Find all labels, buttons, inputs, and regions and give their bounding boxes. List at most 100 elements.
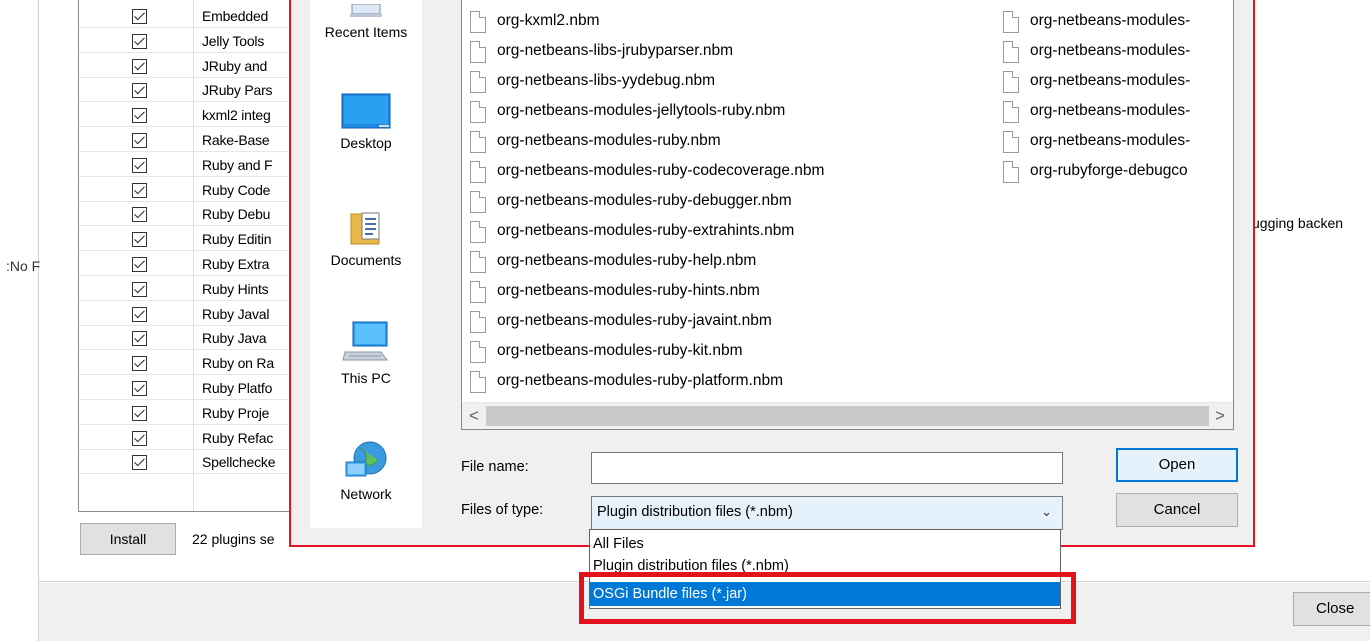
plugin-row[interactable]: JRuby and (79, 55, 309, 78)
file-icon (470, 101, 486, 123)
plugin-row[interactable]: Jelly Tools (79, 30, 309, 53)
plugin-name: Embedded (202, 8, 269, 24)
file-icon (1003, 41, 1019, 63)
scroll-right-icon[interactable]: > (1210, 406, 1230, 426)
file-icon (1003, 131, 1019, 153)
plugin-row[interactable]: Ruby on Ra (79, 352, 309, 376)
place-label-network: Network (340, 486, 392, 502)
plugin-name: Ruby Java (202, 330, 267, 347)
plugin-name: JRuby Pars (202, 82, 273, 99)
file-icon (1003, 161, 1019, 183)
place-recent-items[interactable]: Recent Items (310, 4, 422, 40)
plugin-row[interactable]: Ruby and F (79, 154, 309, 177)
dropdown-option-plugin-distribution[interactable]: Plugin distribution files (*.nbm) (590, 554, 1060, 572)
chevron-down-icon: ⌄ (1041, 504, 1052, 519)
plugin-name: Ruby Javal (202, 305, 270, 322)
plugin-checkbox[interactable] (132, 232, 147, 248)
file-icon (470, 221, 486, 243)
plugin-checkbox[interactable] (132, 83, 147, 99)
plugin-row[interactable]: Ruby Proje (79, 402, 309, 425)
plugin-checkbox[interactable] (132, 455, 147, 471)
plugin-checkbox[interactable] (132, 381, 147, 396)
file-icon (470, 131, 486, 153)
network-icon (345, 441, 387, 477)
plugin-name: Spellchecke (202, 454, 276, 471)
scroll-left-icon[interactable]: < (464, 406, 484, 426)
plugin-name: Jelly Tools (202, 32, 265, 49)
file-name: org-netbeans-modules-ruby.nbm (497, 132, 721, 149)
file-icon (470, 341, 486, 363)
file-name-input[interactable] (591, 452, 1063, 484)
plugin-checkbox[interactable] (132, 430, 147, 446)
place-label-recent-items: Recent Items (324, 24, 408, 40)
plugin-row[interactable]: Ruby Extra (79, 253, 309, 276)
plugin-row[interactable]: Ruby Debu (79, 203, 309, 227)
file-name: org-netbeans-modules- (1030, 12, 1191, 29)
plugin-checkbox[interactable] (132, 58, 147, 74)
scrollbar-thumb[interactable] (486, 406, 1209, 426)
plugin-row[interactable]: Ruby Hints (79, 278, 309, 301)
file-icon (470, 281, 486, 303)
file-name: org-netbeans-modules-ruby-extrahints.nbm (497, 222, 795, 239)
plugin-row[interactable]: Ruby Javal (79, 303, 309, 326)
desktop-icon (341, 93, 391, 129)
plugin-row[interactable]: Ruby Editin (79, 228, 309, 252)
plugin-checkbox[interactable] (132, 9, 147, 24)
file-name: org-netbeans-modules- (1030, 132, 1191, 149)
place-desktop[interactable]: Desktop (310, 93, 422, 151)
plugin-row[interactable]: Spellchecke (79, 451, 309, 475)
plugin-checkbox[interactable] (132, 182, 147, 198)
plugin-row[interactable]: Ruby Platfo (79, 377, 309, 400)
plugin-checkbox[interactable] (132, 257, 147, 272)
plugin-row[interactable]: Ruby Code (79, 179, 309, 202)
plugin-checkbox[interactable] (132, 281, 147, 297)
place-network[interactable]: Network (310, 440, 422, 502)
no-label-text: :No F (6, 258, 41, 274)
open-button[interactable]: Open (1116, 448, 1238, 482)
plugin-table[interactable]: Embedded Jelly Tools JRuby and JRuby Pars kx… (78, 0, 310, 512)
panel-divider (38, 0, 39, 641)
file-name: org-netbeans-libs-yydebug.nbm (497, 72, 715, 89)
install-button[interactable]: Install (80, 523, 176, 555)
plugin-name: Ruby Code (202, 181, 271, 198)
file-icon (1003, 11, 1019, 33)
file-icon (470, 11, 486, 33)
plugin-row[interactable]: Ruby Refac (79, 427, 309, 450)
plugin-checkbox[interactable] (132, 331, 147, 347)
dropdown-option-all-files[interactable]: All Files (590, 532, 1060, 556)
plugin-checkbox[interactable] (132, 306, 147, 322)
plugin-row[interactable]: Rake-Base (79, 129, 309, 152)
file-name: org-netbeans-modules-ruby-platform.nbm (497, 372, 784, 389)
plugin-checkbox[interactable] (132, 356, 147, 372)
plugin-row[interactable]: Embedded (79, 5, 309, 28)
place-label-this-pc: This PC (341, 370, 391, 386)
plugin-checkbox[interactable] (132, 108, 147, 124)
plugin-row[interactable]: JRuby Pars (79, 79, 309, 103)
horizontal-scrollbar[interactable]: < > (462, 402, 1233, 429)
plugin-name: JRuby and (202, 57, 268, 74)
plugin-checkbox[interactable] (132, 207, 147, 223)
close-button[interactable]: Close (1293, 592, 1370, 626)
file-icon (470, 71, 486, 93)
place-documents[interactable]: Documents (310, 208, 422, 268)
file-name: org-netbeans-libs-jrubyparser.nbm (497, 42, 734, 59)
plugin-name: Ruby on Ra (202, 355, 274, 372)
plugin-row[interactable]: kxml2 integ (79, 104, 309, 128)
files-of-type-select[interactable]: Plugin distribution files (*.nbm) ⌄ (591, 496, 1063, 530)
file-icon (470, 311, 486, 333)
plugin-name: Ruby Refac (202, 429, 274, 446)
file-list[interactable]: org-kxml2.nbm org-netbeans-libs-jrubypars… (461, 0, 1234, 430)
plugin-name: Ruby Debu (202, 206, 271, 223)
places-bar: Recent Items Desktop Documents This PC N… (310, 0, 422, 528)
plugin-row[interactable]: Ruby Java (79, 327, 309, 351)
plugin-checkbox[interactable] (132, 133, 147, 148)
files-of-type-label: Files of type: (461, 502, 544, 518)
file-name: org-netbeans-modules- (1030, 42, 1191, 59)
file-icon (470, 161, 486, 183)
plugin-checkbox[interactable] (132, 33, 147, 49)
recent-items-icon (350, 4, 382, 17)
plugin-checkbox[interactable] (132, 405, 147, 421)
cancel-button[interactable]: Cancel (1116, 493, 1238, 527)
plugin-checkbox[interactable] (132, 157, 147, 173)
place-this-pc[interactable]: This PC (310, 320, 422, 386)
